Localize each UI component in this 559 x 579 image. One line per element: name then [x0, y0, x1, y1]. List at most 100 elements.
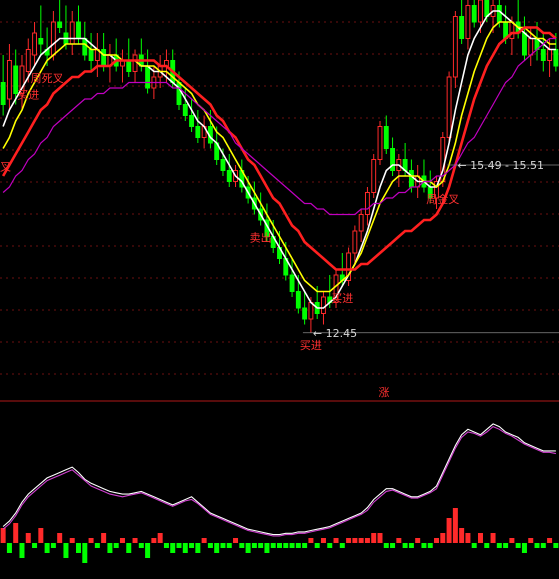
histogram-bar — [459, 528, 465, 543]
signal-annotation: 买进 — [17, 89, 39, 102]
candle-body — [528, 38, 534, 56]
candle-body — [509, 21, 515, 39]
histogram-bar — [364, 538, 370, 543]
histogram-bar — [94, 543, 100, 548]
histogram-bar — [540, 543, 546, 548]
histogram-bar — [528, 538, 534, 543]
histogram-bar — [107, 543, 113, 553]
histogram-bar — [50, 543, 56, 548]
histogram-bar — [132, 538, 138, 543]
histogram-bar — [346, 538, 352, 543]
moving-average-line — [2, 37, 556, 216]
histogram-bar — [245, 543, 251, 553]
histogram-bar — [509, 538, 515, 543]
histogram-bar — [57, 533, 63, 543]
histogram-bar — [452, 508, 458, 543]
signal-annotation: 周金叉 — [426, 192, 459, 206]
candle-body — [484, 0, 490, 17]
histogram-bar — [402, 543, 408, 548]
histogram-bar — [289, 543, 295, 548]
candle-body — [352, 230, 358, 254]
histogram-bar — [339, 543, 345, 548]
histogram-bar — [270, 543, 276, 548]
histogram-bar — [503, 543, 509, 548]
signal-annotation: 买进 — [331, 292, 353, 305]
histogram-bar — [233, 538, 239, 543]
edge-annotation: 叉 — [0, 161, 11, 174]
histogram-bar — [214, 543, 220, 553]
histogram-bar — [69, 538, 75, 543]
histogram-bar — [396, 538, 402, 543]
histogram-bar — [553, 543, 559, 548]
histogram-bar — [383, 543, 389, 548]
candle-body — [302, 307, 308, 320]
histogram-bar — [547, 538, 553, 543]
signal-annotation: 卖出 — [250, 231, 272, 245]
candle-body — [145, 65, 151, 89]
histogram-bar — [201, 538, 207, 543]
price-label: ← 12.45 — [313, 327, 357, 340]
candle-body — [50, 21, 56, 56]
histogram-bar — [119, 538, 125, 543]
histogram-bar — [490, 533, 496, 543]
histogram-bar — [484, 543, 490, 548]
histogram-bar — [88, 538, 94, 543]
candle-body — [38, 38, 44, 45]
candle-body — [522, 32, 527, 56]
histogram-bar — [207, 543, 213, 548]
histogram-bar — [477, 533, 483, 543]
oscillator-label: 涨 — [379, 386, 390, 399]
candle-body — [182, 104, 188, 116]
histogram-bar — [182, 543, 188, 553]
histogram-bar — [239, 543, 245, 548]
histogram-bar — [13, 523, 19, 543]
histogram-bar — [170, 543, 176, 553]
candle-body — [132, 54, 138, 72]
candle-body — [220, 159, 226, 171]
histogram-bar — [352, 538, 358, 543]
histogram-bar — [465, 533, 471, 543]
histogram-bar — [195, 543, 201, 553]
histogram-bar — [38, 528, 44, 543]
histogram-bar — [515, 543, 521, 548]
candle-body — [553, 49, 559, 67]
histogram-bar — [264, 543, 270, 553]
candle-body — [547, 49, 553, 61]
candle-body — [371, 159, 377, 193]
histogram-bar — [63, 543, 69, 558]
histogram-bar — [333, 538, 339, 543]
histogram-bar — [126, 543, 132, 553]
histogram-bar — [138, 543, 144, 548]
candle-body — [540, 49, 546, 61]
candle-body — [289, 274, 295, 292]
histogram-bar — [226, 543, 232, 548]
candle-body — [0, 82, 6, 105]
candle-body — [57, 21, 63, 28]
candle-body — [321, 296, 326, 314]
histogram-bar — [32, 543, 38, 548]
candle-body — [82, 38, 88, 56]
histogram-bar — [220, 543, 226, 548]
histogram-bar — [427, 543, 433, 548]
histogram-bar — [308, 538, 314, 543]
histogram-bar — [19, 543, 25, 558]
candle-body — [383, 126, 389, 149]
histogram-bar — [434, 538, 440, 543]
histogram-bar — [327, 543, 333, 548]
histogram-bar — [295, 543, 301, 548]
candle-body — [295, 291, 301, 309]
candle-body — [25, 49, 31, 72]
candle-body — [452, 16, 458, 78]
histogram-bar — [258, 543, 264, 548]
price-label: ← 15.49 - 15.51 — [457, 159, 544, 172]
histogram-bar — [440, 533, 446, 543]
histogram-bar — [314, 543, 320, 548]
candle-body — [6, 60, 12, 100]
stock-chart: 买进 周死叉 卖出 买进 买进 周金叉叉 ← 12.45 ← 15.49 - 15.51 涨 — [0, 0, 559, 575]
histogram-bar — [371, 533, 377, 543]
histogram-bar — [25, 533, 31, 543]
candle-body — [471, 5, 477, 23]
candle-body — [364, 192, 370, 215]
candle-body — [496, 5, 502, 23]
candle-body — [377, 126, 383, 160]
